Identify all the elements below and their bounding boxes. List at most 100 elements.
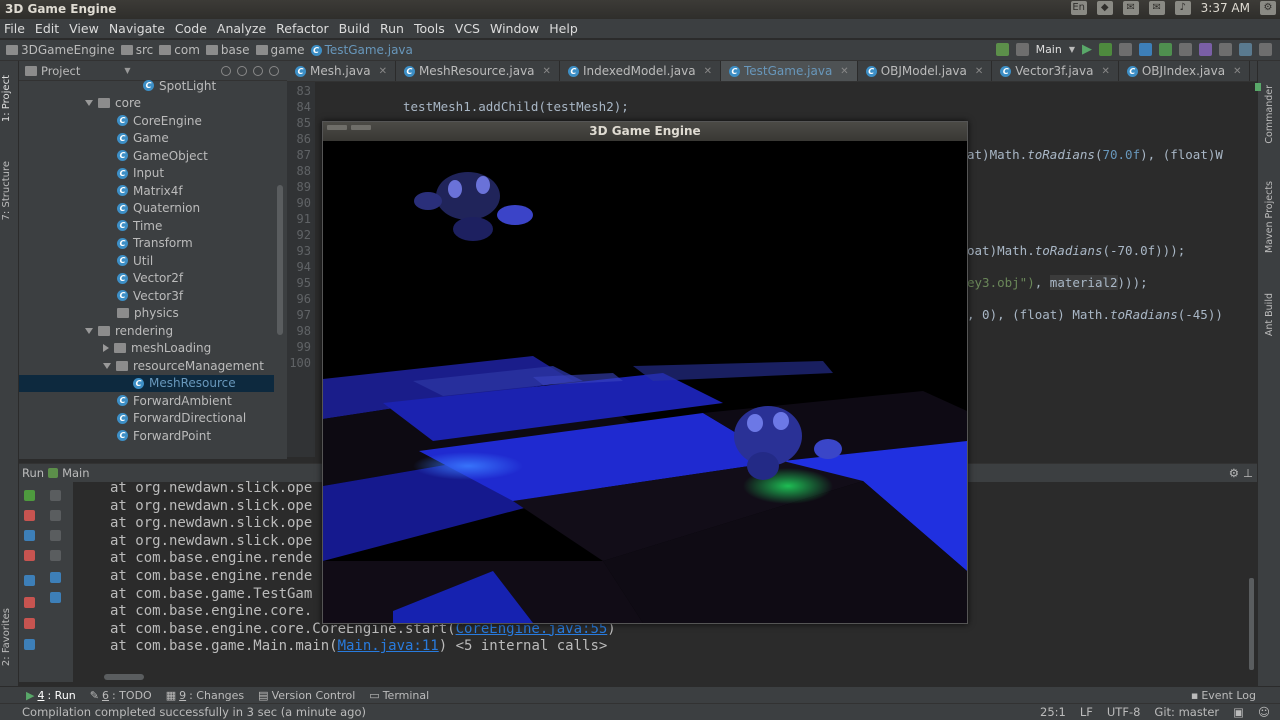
console-hscrollbar[interactable] xyxy=(104,674,144,680)
menu-help[interactable]: Help xyxy=(549,21,578,36)
editor-tab-objindex[interactable]: C OBJIndex.java ✕ xyxy=(1119,61,1251,81)
file-encoding[interactable]: UTF-8 xyxy=(1107,705,1141,719)
exit-icon[interactable] xyxy=(24,550,35,561)
game-window[interactable]: 3D Game Engine xyxy=(322,121,968,624)
history-icon[interactable] xyxy=(1179,43,1192,56)
help-icon[interactable] xyxy=(1259,43,1272,56)
ant-build-tool-tab[interactable]: Ant Build xyxy=(1264,293,1275,336)
close-icon[interactable]: ✕ xyxy=(543,66,551,77)
status-message[interactable]: Compilation completed successfully in 3 … xyxy=(22,705,366,719)
breadcrumb-game[interactable]: game xyxy=(255,43,305,57)
tree-item-transform[interactable]: C Transform xyxy=(117,235,193,252)
rerun-icon[interactable] xyxy=(24,490,35,501)
console-scrollbar[interactable] xyxy=(1249,578,1254,670)
breadcrumb-base[interactable]: base xyxy=(205,43,250,57)
tree-item-rendering[interactable]: rendering xyxy=(85,322,173,339)
power-gear-icon[interactable]: ⚙ xyxy=(1260,1,1276,15)
soft-wrap-icon[interactable] xyxy=(50,530,61,541)
tree-item-gameobject[interactable]: C GameObject xyxy=(117,147,208,164)
project-structure-icon[interactable] xyxy=(1239,43,1252,56)
tree-item-spotlight[interactable]: C SpotLight xyxy=(143,77,216,94)
project-scrollbar[interactable] xyxy=(277,185,283,335)
volume-icon[interactable]: ♪ xyxy=(1174,1,1191,15)
chevron-down-icon[interactable] xyxy=(85,100,93,106)
lock-icon[interactable]: ▣ xyxy=(1233,705,1244,719)
run-tab-main[interactable]: Main xyxy=(62,466,89,480)
breadcrumb-src[interactable]: src xyxy=(120,43,153,57)
menu-code[interactable]: Code xyxy=(175,21,207,36)
editor-tab-vector3f[interactable]: C Vector3f.java ✕ xyxy=(992,61,1119,81)
tree-item-physics[interactable]: physics xyxy=(117,305,179,322)
terminal-tool-button[interactable]: ▭ Terminal xyxy=(369,689,429,702)
menu-window[interactable]: Window xyxy=(490,21,539,36)
gear-icon[interactable]: ⚙ xyxy=(1229,466,1239,480)
editor-tab-mesh[interactable]: C Mesh.java ✕ xyxy=(287,61,396,81)
menu-edit[interactable]: Edit xyxy=(35,21,59,36)
network-icon[interactable]: ◆ xyxy=(1096,1,1113,15)
stacktrace-link[interactable]: Main.java:11 xyxy=(338,638,439,654)
project-view-select[interactable]: Project xyxy=(41,64,80,78)
close-icon[interactable]: ✕ xyxy=(379,66,387,77)
editor-tab-testgame[interactable]: C TestGame.java ✕ xyxy=(720,61,858,81)
revert-icon[interactable] xyxy=(1199,43,1212,56)
scroll-down-icon[interactable] xyxy=(50,510,61,521)
game-window-titlebar[interactable]: 3D Game Engine xyxy=(323,122,967,141)
menu-tools[interactable]: Tools xyxy=(414,21,445,36)
git-branch[interactable]: Git: master xyxy=(1154,705,1219,719)
tree-item-input[interactable]: C Input xyxy=(117,165,164,182)
breadcrumb-project[interactable]: 3DGameEngine xyxy=(6,43,115,57)
menu-navigate[interactable]: Navigate xyxy=(109,21,165,36)
breadcrumb-com[interactable]: com xyxy=(159,43,200,57)
line-separator[interactable]: LF xyxy=(1080,705,1093,719)
collapse-all-icon[interactable] xyxy=(237,65,247,76)
tree-item-forwardpoint[interactable]: C ForwardPoint xyxy=(117,427,211,444)
clock[interactable]: 3:37 AM xyxy=(1201,1,1250,15)
keyboard-layout-indicator[interactable]: En xyxy=(1070,1,1087,15)
favorites-tool-tab[interactable]: 2: Favorites xyxy=(1,608,12,666)
messaging-icon[interactable]: ✉ xyxy=(1122,1,1139,15)
version-control-tool-button[interactable]: ▤ Version Control xyxy=(258,689,355,702)
pin-icon[interactable] xyxy=(24,597,35,608)
chevron-right-icon[interactable] xyxy=(103,344,109,352)
tree-item-quaternion[interactable]: C Quaternion xyxy=(117,200,200,217)
structure-tool-tab[interactable]: 7: Structure xyxy=(1,161,12,220)
close-icon[interactable]: ✕ xyxy=(704,66,712,77)
close-icon[interactable]: ✕ xyxy=(840,66,848,77)
chevron-down-icon[interactable]: ▼ xyxy=(1069,45,1075,54)
stop-icon[interactable] xyxy=(24,510,35,521)
close-icon[interactable]: ✕ xyxy=(1233,66,1241,77)
inspector-icon[interactable]: ☺ xyxy=(1258,705,1270,719)
pause-icon[interactable] xyxy=(24,530,35,541)
menu-vcs[interactable]: VCS xyxy=(455,21,480,36)
run-icon[interactable]: ▶ xyxy=(1082,42,1092,57)
chevron-down-icon[interactable] xyxy=(85,327,93,334)
editor-tab-objmodel[interactable]: C OBJModel.java ✕ xyxy=(858,61,993,81)
tree-item-vector2f[interactable]: C Vector2f xyxy=(117,270,183,287)
maven-tool-tab[interactable]: Maven Projects xyxy=(1264,181,1275,253)
tree-item-forwarddirectional[interactable]: C ForwardDirectional xyxy=(117,410,246,427)
tree-item-vector3f[interactable]: C Vector3f xyxy=(117,287,183,304)
game-viewport[interactable] xyxy=(323,141,967,623)
tree-item-time[interactable]: C Time xyxy=(117,217,162,234)
menu-view[interactable]: View xyxy=(69,21,99,36)
close-icon[interactable]: ✕ xyxy=(975,66,983,77)
changes-tool-button[interactable]: ▦ 9: Changes xyxy=(166,689,244,702)
settings-icon[interactable] xyxy=(1219,43,1232,56)
window-close-button[interactable] xyxy=(327,125,347,130)
tree-item-matrix4f[interactable]: C Matrix4f xyxy=(117,182,183,199)
editor-tab-indexedmodel[interactable]: C IndexedModel.java ✕ xyxy=(560,61,721,81)
chevron-down-icon[interactable] xyxy=(103,362,111,369)
debug-icon[interactable] xyxy=(1099,43,1112,56)
tree-item-core[interactable]: core xyxy=(85,95,141,112)
tree-item-coreengine[interactable]: C CoreEngine xyxy=(117,112,202,129)
event-log-button[interactable]: ▪ Event Log xyxy=(1191,689,1256,702)
sync-icon[interactable] xyxy=(221,65,231,76)
menu-file[interactable]: File xyxy=(4,21,25,36)
tree-item-resourcemanagement[interactable]: resourceManagement xyxy=(103,357,264,374)
close-icon[interactable] xyxy=(24,618,35,629)
gear-icon[interactable] xyxy=(253,65,263,76)
coverage-icon[interactable] xyxy=(1119,43,1132,56)
mail-icon[interactable]: ✉ xyxy=(1148,1,1165,15)
menu-analyze[interactable]: Analyze xyxy=(217,21,266,36)
build-icon[interactable] xyxy=(995,43,1009,56)
